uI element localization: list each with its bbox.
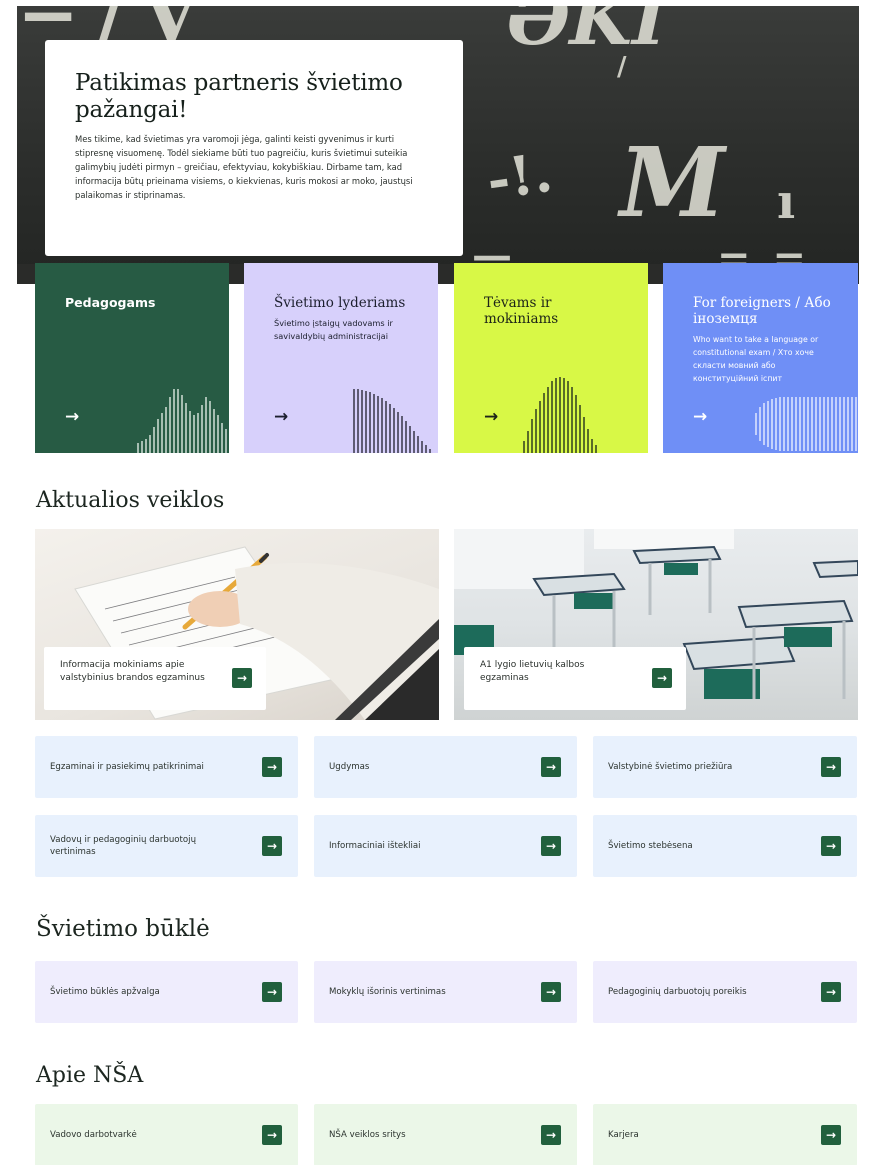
link-label: Egzaminai ir pasiekimų patikrinimai (50, 762, 204, 772)
feature-label-box: Informacija mokiniams apie valstybinius … (44, 647, 266, 710)
arrow-right-icon: → (693, 407, 708, 427)
arrow-right-icon: → (262, 836, 282, 856)
link-label: Ugdymas (329, 762, 370, 772)
bars-pattern-icon (137, 389, 227, 453)
link-teacher-demand[interactable]: Pedagoginių darbuotojų poreikis → (593, 961, 857, 1023)
link-activity-areas[interactable]: NŠA veiklos sritys → (314, 1104, 577, 1165)
arrow-right-icon: → (541, 757, 561, 777)
bars-pattern-icon (523, 377, 597, 453)
arrow-right-icon: → (821, 757, 841, 777)
audience-tile-lyderiams[interactable]: Švietimo lyderiams Švietimo įstaigų vado… (244, 263, 438, 453)
link-label: Karjera (608, 1130, 639, 1140)
tile-subtitle: Švietimo įstaigų vadovams ir savivaldybi… (274, 318, 393, 341)
link-label: Valstybinė švietimo priežiūra (608, 762, 733, 772)
link-label: Informaciniai ištekliai (329, 841, 421, 851)
arrow-right-icon: → (541, 836, 561, 856)
audience-tile-pedagogams[interactable]: Pedagogams → (35, 263, 229, 453)
arrow-right-icon: → (821, 982, 841, 1002)
arrow-right-icon: → (262, 982, 282, 1002)
arrow-right-icon: → (262, 757, 282, 777)
bars-pattern-icon (353, 389, 431, 453)
link-monitoring[interactable]: Švietimo stebėsena → (593, 815, 857, 877)
section-title-activities: Aktualios veiklos (36, 488, 225, 513)
link-director-agenda[interactable]: Vadovo darbotvarkė → (35, 1104, 298, 1165)
feature-card-exams[interactable]: Informacija mokiniams apie valstybinius … (35, 529, 439, 720)
link-exams[interactable]: Egzaminai ir pasiekimų patikrinimai → (35, 736, 298, 798)
tile-title: Tėvams ir mokiniams (484, 295, 559, 327)
hero-banner: −/V ƏKI / -!. M ı =.= — Patikimas partne… (17, 6, 859, 284)
link-state-supervision[interactable]: Valstybinė švietimo priežiūra → (593, 736, 857, 798)
section-title-about: Apie NŠA (36, 1063, 144, 1088)
link-label: NŠA veiklos sritys (329, 1130, 406, 1140)
link-label: Vadovų ir pedagoginių darbuotojų vertini… (50, 835, 197, 857)
feature-card-a1-exam[interactable]: A1 lygio lietuvių kalbos egzaminas → (454, 529, 858, 720)
link-career[interactable]: Karjera → (593, 1104, 857, 1165)
tile-title: Švietimo lyderiams (274, 295, 406, 311)
arrow-right-icon: → (274, 407, 289, 427)
link-label: Švietimo stebėsena (608, 841, 693, 851)
link-label: Švietimo būklės apžvalga (50, 987, 160, 997)
link-status-review[interactable]: Švietimo būklės apžvalga → (35, 961, 298, 1023)
link-label: Mokyklų išorinis vertinimas (329, 987, 446, 997)
link-info-resources[interactable]: Informaciniai ištekliai → (314, 815, 577, 877)
arrow-right-icon[interactable]: → (232, 668, 252, 688)
arrow-right-icon: → (262, 1125, 282, 1145)
link-label: Pedagoginių darbuotojų poreikis (608, 987, 747, 997)
tile-title: Pedagogams (65, 295, 156, 310)
hero-text: Mes tikime, kad švietimas yra varomoji j… (75, 134, 413, 200)
link-external-evaluation[interactable]: Mokyklų išorinis vertinimas → (314, 961, 577, 1023)
arrow-right-icon: → (484, 407, 499, 427)
tile-subtitle: Who want to take a language or constitut… (693, 335, 819, 383)
feature-label-box: A1 lygio lietuvių kalbos egzaminas → (464, 647, 686, 710)
arrow-right-icon: → (821, 836, 841, 856)
link-label: Vadovo darbotvarkė (50, 1130, 137, 1140)
link-staff-evaluation[interactable]: Vadovų ir pedagoginių darbuotojų vertini… (35, 815, 298, 877)
audience-tile-tevams[interactable]: Tėvams ir mokiniams → (454, 263, 648, 453)
audience-tile-foreigners[interactable]: For foreigners / Або іноземця Who want t… (663, 263, 858, 453)
arrow-right-icon: → (541, 1125, 561, 1145)
arrow-right-icon: → (541, 982, 561, 1002)
hero-card: Patikimas partneris švietimo pažangai! M… (45, 40, 463, 256)
arrow-right-icon: → (821, 1125, 841, 1145)
arrow-right-icon[interactable]: → (652, 668, 672, 688)
bars-pattern-icon (755, 397, 857, 451)
hero-title: Patikimas partneris švietimo pažangai! (75, 70, 403, 123)
link-ugdymas[interactable]: Ugdymas → (314, 736, 577, 798)
feature-label: Informacija mokiniams apie valstybinius … (60, 660, 205, 683)
tile-title: For foreigners / Або іноземця (693, 295, 831, 327)
section-title-status: Švietimo būklė (36, 916, 210, 942)
arrow-right-icon: → (65, 407, 80, 427)
feature-label: A1 lygio lietuvių kalbos egzaminas (480, 660, 585, 683)
